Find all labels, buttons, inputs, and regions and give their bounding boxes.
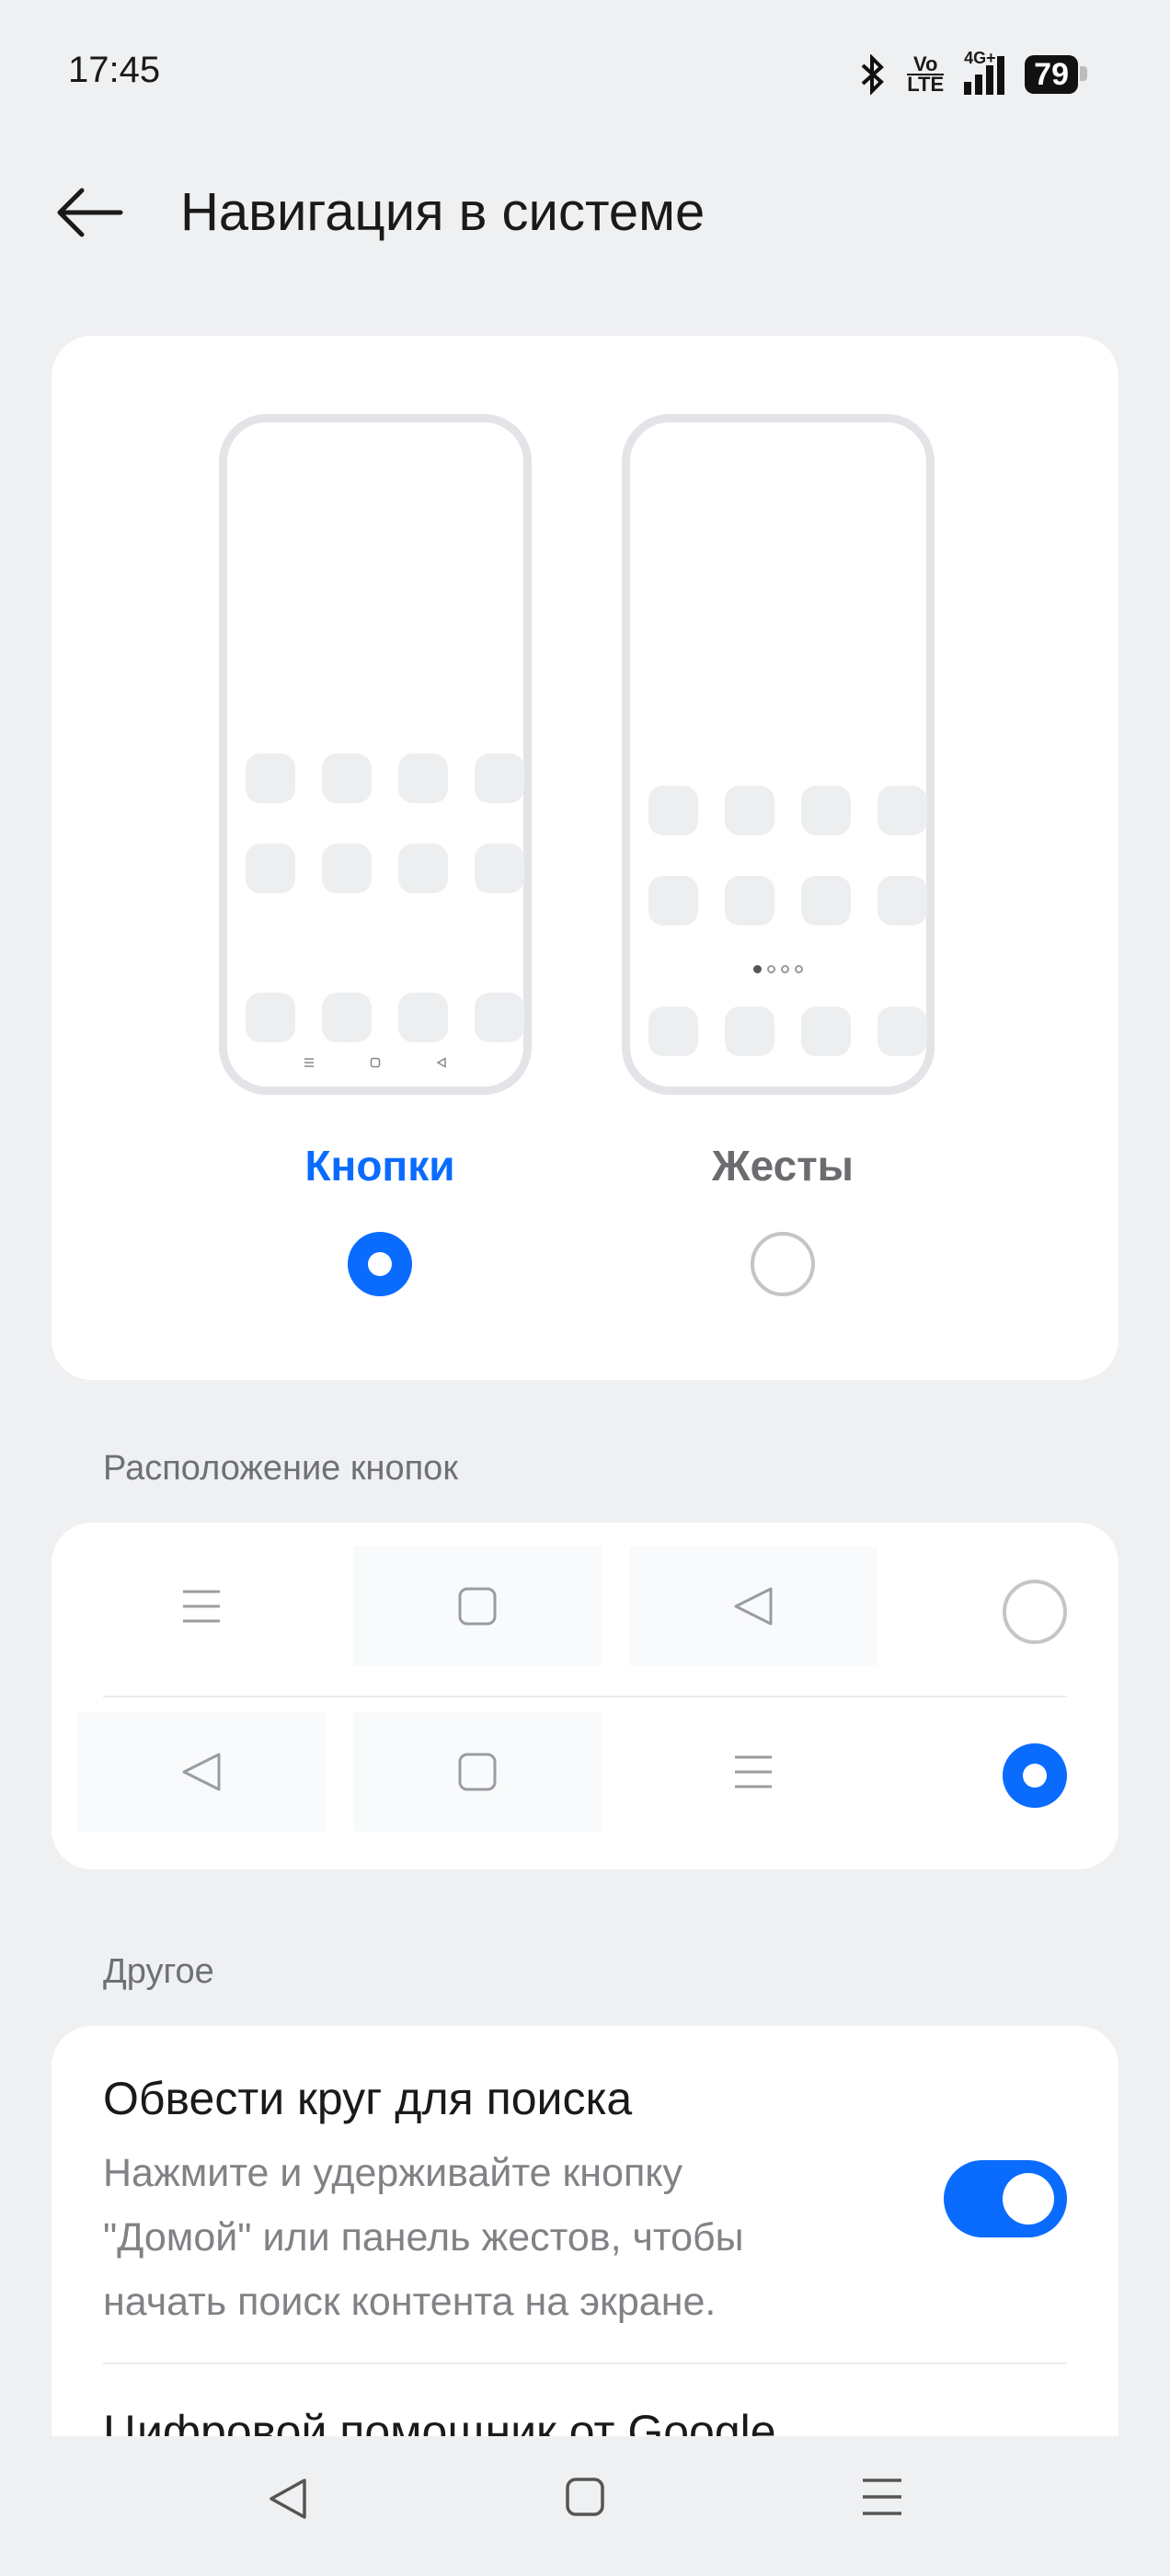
app-icons-grid [246,753,524,893]
bluetooth-icon [861,54,885,95]
square-icon [370,1057,381,1068]
back-button[interactable] [50,180,129,245]
layout-radio-2[interactable] [1003,1743,1067,1808]
menu-icon [304,1058,314,1067]
buttons-radio[interactable] [348,1232,412,1296]
back-icon [269,2478,306,2519]
system-navigation-bar [0,2436,1170,2576]
signal-icon: 4G+ [964,49,1005,95]
volte-icon: Vo LTE [907,52,945,96]
buttons-option-label[interactable]: Кнопки [242,1141,518,1190]
square-icon [458,1753,497,1791]
other-section-label: Другое [103,1952,214,1991]
page-title: Навигация в системе [180,182,705,242]
other-settings-card: Обвести круг для поиска Нажмите и удержи… [52,2026,1118,2436]
item-title: Обвести круг для поиска [103,2073,633,2124]
layout-option-row[interactable] [52,1523,1118,1666]
layout-slot [629,1547,878,1666]
battery-indicator: 79 [1025,55,1087,94]
page-indicator [630,965,926,973]
layout-slot [353,1712,602,1832]
dock-icons [246,993,524,1042]
nav-back-button[interactable] [266,2477,310,2525]
home-icon [566,2478,604,2516]
circle-to-search-toggle[interactable] [944,2160,1067,2237]
layout-slot [77,1712,326,1832]
dock-icons [648,1006,927,1056]
gestures-radio[interactable] [751,1232,815,1296]
gestures-mode-preview[interactable] [622,414,935,1095]
layout-option-row[interactable] [52,1688,1118,1832]
buttons-mode-preview[interactable] [219,414,532,1095]
status-time: 17:45 [68,50,161,90]
button-layout-section-label: Расположение кнопок [103,1449,458,1488]
divider [103,2363,1067,2364]
digital-assistant-item[interactable]: Цифровой помощник от Google [103,2405,776,2436]
back-triangle-icon [182,1753,221,1791]
menu-icon [735,1755,772,1788]
layout-slot [629,1712,878,1832]
back-triangle-icon [436,1057,446,1068]
item-description: Нажмите и удерживайте кнопку "Домой" или… [103,2151,744,2324]
layout-slot [353,1547,602,1666]
layout-radio-1[interactable] [1003,1580,1067,1644]
layout-slot [77,1547,326,1666]
status-icons: Vo LTE 4G+ 79 [859,49,1087,98]
navigation-mode-card: Кнопки Жесты [52,336,1118,1380]
button-layout-card [52,1523,1118,1869]
square-icon [458,1587,497,1626]
mini-nav-bar [227,1057,523,1068]
app-icons-grid [648,786,927,926]
recents-icon [863,2478,902,2515]
back-triangle-icon [734,1587,773,1626]
nav-home-button[interactable] [565,2477,605,2522]
menu-icon [183,1590,220,1623]
arrow-left-icon [57,188,123,237]
gestures-option-label[interactable]: Жесты [645,1141,921,1190]
nav-recents-button[interactable] [860,2477,904,2522]
